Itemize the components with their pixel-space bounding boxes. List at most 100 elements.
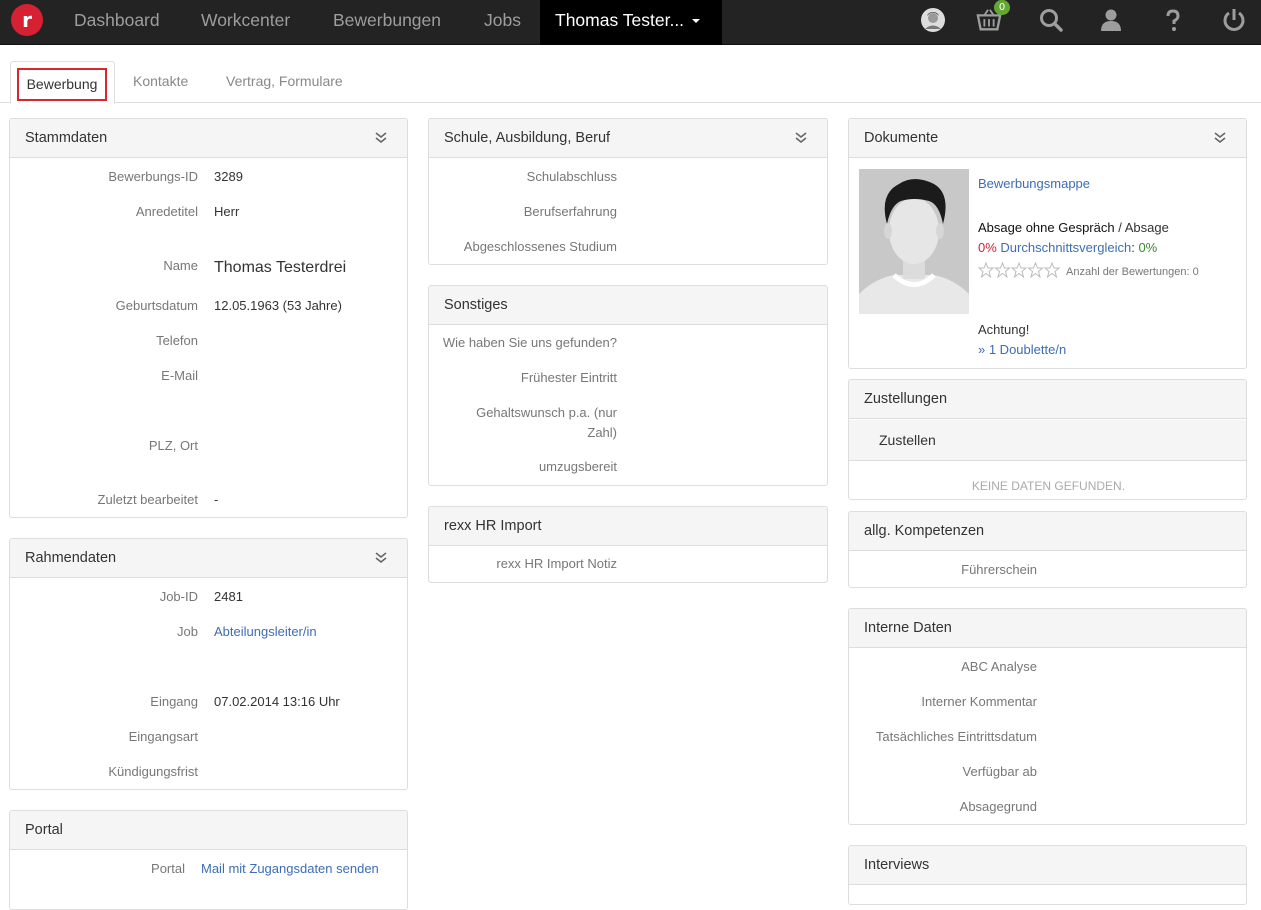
panel-header-zustellungen[interactable]: Zustellungen (849, 380, 1246, 419)
status-absage: Absage (1124, 220, 1169, 235)
user-profile-icon[interactable] (1098, 7, 1124, 33)
label-interner-kommentar: Interner Kommentar (921, 694, 1037, 709)
label-email: E-Mail (161, 368, 198, 383)
tab-bewerbung-label: Bewerbung (17, 68, 107, 101)
panel-rahmendaten: Rahmendaten Job-ID 2481 Job Abteilungsle… (9, 538, 408, 790)
nav-jobs[interactable]: Jobs (484, 0, 521, 45)
panel-header-dokumente[interactable]: Dokumente (849, 119, 1246, 158)
label-eingangsart: Eingangsart (128, 729, 198, 744)
collapse-chevron-icon[interactable] (375, 132, 387, 144)
achtung-label: Achtung! (978, 322, 1030, 337)
panel-dokumente: Dokumente Bewerbungsmappe Absage ohne Ge… (848, 118, 1247, 369)
collapse-chevron-icon[interactable] (375, 552, 387, 564)
panel-zustellungen: Zustellungen Zustellen KEINE DATEN GEFUN… (848, 379, 1247, 500)
panel-header-schule[interactable]: Schule, Ausbildung, Beruf (429, 119, 827, 158)
panel-header-interviews[interactable]: Interviews (849, 846, 1246, 885)
label-umzugsbereit: umzugsbereit (538, 459, 617, 474)
label-zuletzt-bearbeitet: Zuletzt bearbeitet (97, 492, 198, 507)
value-job-id: 2481 (214, 589, 243, 604)
value-bewerbungs-id: 3289 (214, 169, 243, 184)
value-zuletzt-bearbeitet: - (214, 492, 219, 507)
panel-header-stammdaten[interactable]: Stammdaten (10, 119, 407, 158)
label-telefon: Telefon (156, 333, 198, 348)
nav-workcenter[interactable]: Workcenter (201, 0, 290, 45)
value-name: Thomas Testerdrei (214, 259, 347, 276)
rating-count: Anzahl der Bewertungen: 0 (1066, 266, 1199, 278)
collapse-chevron-icon[interactable] (1214, 132, 1226, 144)
logout-power-icon[interactable] (1221, 7, 1247, 33)
label-wie-gefunden: Wie haben Sie uns gefunden? (442, 335, 617, 350)
panel-header-rexx[interactable]: rexx HR Import (429, 507, 827, 546)
panel-title: Interviews (864, 857, 930, 873)
status-absage-ohne-gespraech: Absage ohne Gespräch (978, 220, 1115, 235)
panel-interviews: Interviews (848, 845, 1247, 905)
tab-vertrag-formulare[interactable]: Vertrag, Formulare (212, 61, 357, 103)
tab-bewerbung[interactable]: Bewerbung (10, 61, 115, 104)
label-verfuegbar-ab: Verfügbar ab (962, 764, 1037, 779)
panel-title: Stammdaten (25, 130, 108, 146)
percent-value: 0% (978, 240, 997, 255)
label-berufserfahrung: Berufserfahrung (523, 204, 617, 219)
panel-header-interne-daten[interactable]: Interne Daten (849, 609, 1246, 648)
job-link[interactable]: Abteilungsleiter/in (214, 622, 317, 642)
user-avatar-icon[interactable] (920, 7, 946, 33)
panel-title: allg. Kompetenzen (864, 523, 985, 539)
colon: : (1131, 240, 1135, 255)
doublette-link[interactable]: » 1 Doublette/n (978, 340, 1066, 360)
no-data-message: KEINE DATEN GEFUNDEN. (971, 479, 1126, 493)
label-fuehrerschein: Führerschein (961, 562, 1037, 577)
label-absagegrund: Absagegrund (959, 799, 1037, 814)
panel-title: Sonstiges (444, 297, 508, 313)
label-abc-analyse: ABC Analyse (961, 659, 1037, 674)
status-separator: / (1114, 220, 1125, 235)
star-rating[interactable] (978, 262, 1062, 278)
durchschnittsvergleich-link[interactable]: Durchschnittsvergleich (1000, 240, 1131, 255)
label-gehaltswunsch-line2: Zahl) (587, 425, 617, 440)
label-gehaltswunsch: Gehaltswunsch p.a. (nur (476, 405, 617, 420)
panel-title: Interne Daten (864, 620, 952, 636)
value-anredetitel: Herr (214, 204, 240, 219)
label-fruehester-eintritt: Frühester Eintritt (520, 370, 617, 385)
label-job: Job (177, 624, 198, 639)
app-logo[interactable]: r (11, 4, 43, 36)
panel-title: Dokumente (864, 130, 939, 146)
panel-title: Rahmendaten (25, 550, 117, 566)
panel-title: Schule, Ausbildung, Beruf (444, 130, 611, 146)
panel-header-portal[interactable]: Portal (10, 811, 407, 850)
send-access-mail-link[interactable]: Mail mit Zugangsdaten senden (201, 859, 379, 879)
search-icon[interactable] (1038, 7, 1064, 33)
average-percent: 0% (1138, 240, 1158, 255)
label-portal: Portal (151, 861, 185, 876)
panel-title: rexx HR Import (444, 518, 542, 534)
panel-sonstiges: Sonstiges Wie haben Sie uns gefunden? Fr… (428, 285, 828, 486)
nav-candidate-label: Thomas Tester... (555, 10, 685, 30)
panel-rexx-hr-import: rexx HR Import rexx HR Import Notiz (428, 506, 828, 583)
panel-header-kompetenzen[interactable]: allg. Kompetenzen (849, 512, 1246, 551)
label-schulabschluss: Schulabschluss (526, 169, 617, 184)
collapse-chevron-icon[interactable] (795, 132, 807, 144)
bewerbungsmappe-link[interactable]: Bewerbungsmappe (978, 174, 1090, 194)
nav-dashboard[interactable]: Dashboard (74, 0, 160, 45)
value-geburtsdatum: 12.05.1963 (53 Jahre) (214, 298, 342, 313)
panel-header-rahmendaten[interactable]: Rahmendaten (10, 539, 407, 578)
help-icon[interactable] (1160, 7, 1186, 33)
label-anredetitel: Anredetitel (135, 204, 198, 219)
tab-kontakte[interactable]: Kontakte (119, 61, 202, 103)
panel-title: Portal (25, 822, 63, 838)
cart-count-badge: 0 (994, 0, 1010, 15)
label-eingang: Eingang (150, 694, 198, 709)
applicant-photo[interactable] (859, 169, 969, 314)
panel-stammdaten: Stammdaten Bewerbungs-ID 3289 Anredetite… (9, 118, 408, 518)
label-abgeschlossenes-studium: Abgeschlossenes Studium (463, 239, 617, 254)
label-eintrittsdatum: Tatsächliches Eintrittsdatum (875, 729, 1037, 744)
value-eingang: 07.02.2014 13:16 Uhr (214, 694, 340, 709)
nav-candidate-dropdown[interactable]: Thomas Tester... (540, 0, 722, 45)
vergleich-line: 0% Durchschnittsvergleich: 0% (978, 238, 1157, 258)
panel-header-sonstiges[interactable]: Sonstiges (429, 286, 827, 325)
panel-allg-kompetenzen: allg. Kompetenzen Führerschein (848, 511, 1247, 588)
nav-bewerbungen[interactable]: Bewerbungen (333, 0, 441, 45)
label-job-id: Job-ID (159, 589, 198, 604)
label-name: Name (163, 258, 198, 273)
tab-bar: Bewerbung Kontakte Vertrag, Formulare (0, 61, 1261, 104)
panel-title: Zustellungen (864, 391, 948, 407)
